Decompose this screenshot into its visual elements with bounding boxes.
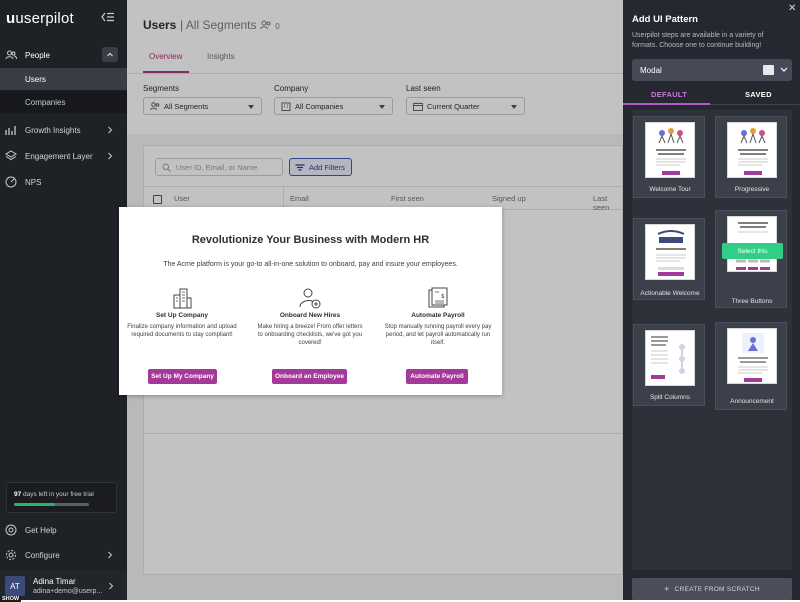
sidebar: uuserpilot People Users Companies Growth… (0, 0, 127, 602)
modal-title: Revolutionize Your Business with Modern … (191, 234, 430, 246)
nav-label: People (25, 50, 50, 60)
template-label: Actionable Welcome (640, 290, 700, 297)
column-title: Onboard New Hires (279, 312, 341, 319)
nav-item-engagement-layer[interactable]: Engagement Layer (0, 144, 127, 168)
brand-logo[interactable]: uuserpilot (6, 10, 74, 27)
template-label: Announcement (730, 398, 774, 405)
collapse-sidebar-icon[interactable] (101, 12, 115, 22)
nav-item-nps[interactable]: NPS (0, 170, 127, 194)
tab-saved[interactable]: SAVED (745, 90, 772, 99)
modal-format-icon (763, 65, 774, 75)
nav-label: Engagement Layer (25, 151, 93, 161)
people-icon (5, 49, 17, 61)
template-split-columns[interactable]: Split Columns (633, 324, 705, 406)
template-welcome-tour[interactable]: Welcome Tour (633, 116, 705, 198)
onboard-employee-button[interactable]: Onboard an Employee (272, 369, 347, 384)
automate-payroll-button[interactable]: Automate Payroll (406, 369, 468, 384)
ui-pattern-panel: ✕ Add UI Pattern Userpilot steps are ava… (623, 0, 800, 600)
gear-icon (5, 549, 17, 561)
buildings-icon (171, 287, 193, 309)
avatar: AT (5, 576, 25, 596)
layers-icon (5, 150, 17, 162)
chevron-right-icon (108, 582, 114, 590)
user-name: Adina Timar (33, 577, 76, 586)
trial-text: 97 days left in your free trial (14, 491, 94, 498)
trial-banner: 97 days left in your free trial (6, 482, 117, 513)
modal-subtitle: The Acme platform is your go-to all-in-o… (163, 261, 458, 268)
trial-progress-bar (14, 503, 89, 506)
payroll-icon: $ (427, 287, 449, 309)
setup-company-button[interactable]: Set Up My Company (148, 369, 217, 384)
close-icon[interactable]: ✕ (788, 3, 796, 14)
template-label: Three Buttons (731, 298, 773, 305)
column-description: Stop manually running payroll every pay … (384, 324, 492, 346)
user-email: adina+demo@userp... (33, 588, 103, 595)
template-thumbnail (645, 330, 695, 386)
modal-preview: Revolutionize Your Business with Modern … (119, 207, 502, 395)
svg-text:$: $ (441, 293, 445, 300)
chevron-down-icon (780, 67, 788, 73)
trial-progress-fill (14, 503, 56, 506)
nav-label: Growth Insights (25, 125, 81, 135)
help-icon (5, 524, 17, 536)
show-tag[interactable]: SHOW (0, 596, 22, 602)
nav-label: Get Help (25, 525, 57, 535)
select-template-button[interactable]: Select this (722, 243, 783, 259)
template-thumbnail (727, 122, 777, 178)
sidebar-item-users[interactable]: Users (0, 68, 127, 90)
column-description: Make hiring a breeze! From offer letters… (257, 324, 363, 346)
template-thumbnail (645, 122, 695, 178)
create-label: CREATE FROM SCRATCH (674, 585, 760, 593)
panel-subtitle: Userpilot steps are available in a varie… (632, 32, 764, 49)
sidebar-item-companies[interactable]: Companies (0, 91, 127, 113)
chevron-right-icon (107, 152, 113, 160)
nav-item-growth-insights[interactable]: Growth Insights (0, 118, 127, 142)
nav-label: Configure (25, 550, 60, 560)
nav-item-configure[interactable]: Configure (0, 543, 127, 567)
template-thumbnail (645, 224, 695, 280)
create-from-scratch-button[interactable]: + CREATE FROM SCRATCH (632, 578, 792, 600)
nav-label: NPS (25, 177, 42, 187)
trial-days: 97 (14, 491, 22, 498)
tab-default[interactable]: DEFAULT (651, 90, 687, 99)
format-select[interactable]: Modal (632, 59, 792, 81)
trial-label: days left in your free trial (23, 491, 94, 498)
template-label: Split Columns (649, 394, 691, 401)
brand-name: userpilot (15, 10, 74, 27)
column-title: Automate Payroll (411, 312, 465, 319)
modal-column-payroll: $ Automate Payroll Stop manually running… (383, 287, 493, 347)
template-three-buttons[interactable]: Three Buttons (715, 210, 787, 308)
nav-item-get-help[interactable]: Get Help (0, 518, 127, 542)
column-title: Set Up Company (155, 312, 208, 319)
chevron-right-icon (107, 551, 113, 559)
plus-icon: + (664, 584, 670, 594)
add-user-icon (299, 287, 321, 309)
template-thumbnail (727, 328, 777, 384)
nav-item-people[interactable]: People (0, 43, 127, 67)
nps-icon (5, 176, 17, 188)
column-description: Finalize company information and upload … (127, 324, 237, 338)
active-tab-indicator (623, 103, 710, 105)
modal-column-onboard: Onboard New Hires Make hiring a breeze! … (255, 287, 365, 347)
modal-column-setup: Set Up Company Finalize company informat… (127, 287, 237, 339)
user-profile[interactable]: AT SHOW Adina Timar adina+demo@userp... (0, 570, 127, 602)
chevron-right-icon (107, 126, 113, 134)
tab-divider (710, 104, 800, 105)
template-label: Progressive (734, 186, 770, 193)
template-actionable-welcome[interactable]: Actionable Welcome (633, 218, 705, 300)
panel-title: Add UI Pattern (632, 14, 698, 25)
chevron-up-icon[interactable] (102, 47, 118, 62)
template-label: Welcome Tour (649, 186, 691, 193)
template-progressive[interactable]: Progressive (715, 116, 787, 198)
chart-icon (5, 124, 17, 136)
template-announcement[interactable]: Announcement (715, 322, 787, 410)
format-value: Modal (640, 65, 662, 75)
